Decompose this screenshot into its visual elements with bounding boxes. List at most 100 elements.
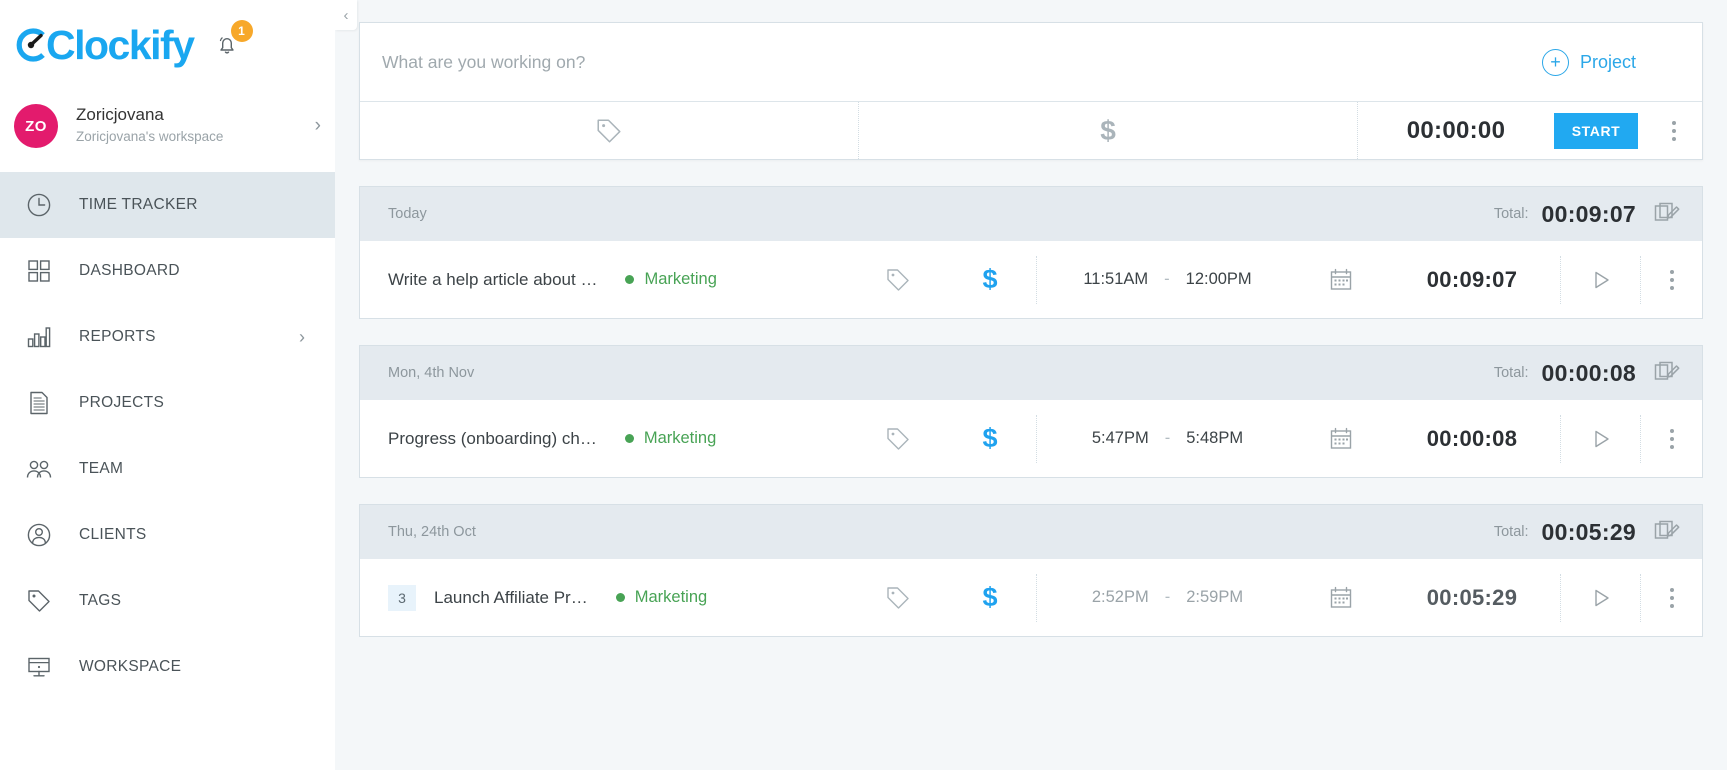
day-group: Today Total: 00:09:07 Write a help artic… xyxy=(359,186,1703,319)
day-group-header: Thu, 24th Oct Total: 00:05:29 xyxy=(359,504,1703,559)
brand-name: Clockify xyxy=(46,25,194,66)
entry-duration[interactable]: 00:09:07 xyxy=(1384,267,1560,293)
entry-menu-button[interactable] xyxy=(1640,256,1702,304)
day-group: Thu, 24th Oct Total: 00:05:29 3 Launch A… xyxy=(359,504,1703,637)
monitor-icon xyxy=(20,654,58,680)
project-color-dot xyxy=(625,275,634,284)
entry-start-time[interactable]: 5:47PM xyxy=(1092,429,1149,448)
sidebar-item-projects[interactable]: PROJECTS xyxy=(0,370,335,436)
kebab-dot xyxy=(1670,270,1674,274)
kebab-dot xyxy=(1670,604,1674,608)
entry-description[interactable]: Progress (onboarding) ch… xyxy=(388,429,597,449)
sidebar-nav: TIME TRACKER DASHBOARD xyxy=(0,172,335,700)
project-color-dot xyxy=(616,593,625,602)
tag-icon xyxy=(885,585,911,611)
people-icon xyxy=(20,456,58,482)
sidebar-item-reports[interactable]: REPORTS › xyxy=(0,304,335,370)
entry-menu-button[interactable] xyxy=(1640,415,1702,463)
clockify-logo-icon xyxy=(14,28,48,62)
entry-time-range[interactable]: 2:52PM - 2:59PM xyxy=(1036,574,1298,622)
chevron-right-icon: › xyxy=(315,115,321,137)
sidebar-item-label: REPORTS xyxy=(79,328,156,346)
kebab-dot xyxy=(1670,278,1674,282)
entry-description[interactable]: Launch Affiliate Pr… xyxy=(434,588,588,608)
kebab-dot xyxy=(1670,429,1674,433)
entry-end-time[interactable]: 5:48PM xyxy=(1186,429,1243,448)
play-icon xyxy=(1589,427,1613,451)
timer-card: + Project $ 00:00:00 START xyxy=(359,22,1703,160)
clock-icon xyxy=(20,192,58,218)
day-total-label: Total: xyxy=(1494,206,1529,222)
sidebar-item-label: PROJECTS xyxy=(79,394,164,412)
day-total-value: 00:05:29 xyxy=(1542,519,1636,546)
entry-start-time[interactable]: 11:51AM xyxy=(1083,270,1148,289)
entry-billable-button[interactable]: $ xyxy=(944,584,1036,611)
bulk-edit-icon[interactable] xyxy=(1654,520,1680,544)
time-entry-row[interactable]: Progress (onboarding) ch… Marketing $ 5:… xyxy=(359,400,1703,478)
timer-description-input[interactable] xyxy=(382,52,1542,73)
sidebar-item-workspace[interactable]: WORKSPACE xyxy=(0,634,335,700)
entry-time-range[interactable]: 5:47PM - 5:48PM xyxy=(1036,415,1298,463)
entry-calendar-button[interactable] xyxy=(1298,426,1384,452)
kebab-dot xyxy=(1670,596,1674,600)
entry-tag-button[interactable] xyxy=(852,426,944,452)
add-project-label: Project xyxy=(1580,52,1636,73)
timer-billable-button[interactable]: $ xyxy=(859,102,1358,159)
entry-end-time[interactable]: 2:59PM xyxy=(1186,588,1243,607)
entry-tag-button[interactable] xyxy=(852,585,944,611)
entry-description[interactable]: Write a help article about … xyxy=(388,270,597,290)
sidebar: Clockify 1 ZO Zoricjovana Zoricjovana's … xyxy=(0,0,335,770)
day-total-label: Total: xyxy=(1494,365,1529,381)
sidebar-item-clients[interactable]: CLIENTS xyxy=(0,502,335,568)
sidebar-item-label: DASHBOARD xyxy=(79,262,180,280)
project-color-dot xyxy=(625,434,634,443)
day-group-date: Mon, 4th Nov xyxy=(388,365,1494,381)
entry-project[interactable]: Marketing xyxy=(625,429,716,448)
entry-billable-button[interactable]: $ xyxy=(944,425,1036,452)
sidebar-item-time-tracker[interactable]: TIME TRACKER xyxy=(0,172,335,238)
entry-duration[interactable]: 00:00:08 xyxy=(1384,426,1560,452)
add-project-button[interactable]: + Project xyxy=(1542,49,1680,76)
sidebar-item-team[interactable]: TEAM xyxy=(0,436,335,502)
entry-tag-button[interactable] xyxy=(852,267,944,293)
bulk-edit-icon[interactable] xyxy=(1654,361,1680,385)
notifications-button[interactable]: 1 xyxy=(212,30,242,65)
timer-menu-button[interactable] xyxy=(1646,102,1702,159)
entry-start-time[interactable]: 2:52PM xyxy=(1092,588,1149,607)
entry-duration[interactable]: 00:05:29 xyxy=(1384,585,1560,611)
start-timer-button[interactable]: START xyxy=(1554,113,1638,149)
timer-bottom-row: $ 00:00:00 START xyxy=(360,101,1702,159)
entry-play-button[interactable] xyxy=(1560,574,1640,622)
sidebar-item-dashboard[interactable]: DASHBOARD xyxy=(0,238,335,304)
tag-icon xyxy=(595,117,623,145)
bar-chart-icon xyxy=(20,324,58,350)
entry-time-range[interactable]: 11:51AM - 12:00PM xyxy=(1036,256,1298,304)
kebab-dot xyxy=(1670,445,1674,449)
time-entry-row[interactable]: Write a help article about … Marketing $… xyxy=(359,241,1703,319)
entry-project[interactable]: Marketing xyxy=(616,588,707,607)
dollar-icon: $ xyxy=(1100,117,1116,145)
sidebar-item-label: TIME TRACKER xyxy=(79,196,198,214)
day-total-value: 00:00:08 xyxy=(1542,360,1636,387)
sidebar-collapse-button[interactable]: ‹ xyxy=(335,0,357,30)
time-entry-row[interactable]: 3 Launch Affiliate Pr… Marketing $ 2:52P… xyxy=(359,559,1703,637)
entry-calendar-button[interactable] xyxy=(1298,267,1384,293)
entry-end-time[interactable]: 12:00PM xyxy=(1186,270,1252,289)
entry-calendar-button[interactable] xyxy=(1298,585,1384,611)
calendar-icon xyxy=(1328,585,1354,611)
workspace-name: Zoricjovana's workspace xyxy=(76,127,315,147)
sidebar-item-tags[interactable]: TAGS xyxy=(0,568,335,634)
entry-project[interactable]: Marketing xyxy=(625,270,716,289)
sidebar-item-label: WORKSPACE xyxy=(79,658,181,676)
kebab-dot xyxy=(1672,121,1676,125)
entry-play-button[interactable] xyxy=(1560,256,1640,304)
sidebar-item-label: CLIENTS xyxy=(79,526,147,544)
workspace-switcher[interactable]: ZO Zoricjovana Zoricjovana's workspace › xyxy=(0,88,335,164)
timer-tag-button[interactable] xyxy=(360,102,859,159)
entry-billable-button[interactable]: $ xyxy=(944,266,1036,293)
bulk-edit-icon[interactable] xyxy=(1654,202,1680,226)
entry-group-count[interactable]: 3 xyxy=(388,585,416,611)
entry-play-button[interactable] xyxy=(1560,415,1640,463)
entry-menu-button[interactable] xyxy=(1640,574,1702,622)
kebab-dot xyxy=(1670,588,1674,592)
